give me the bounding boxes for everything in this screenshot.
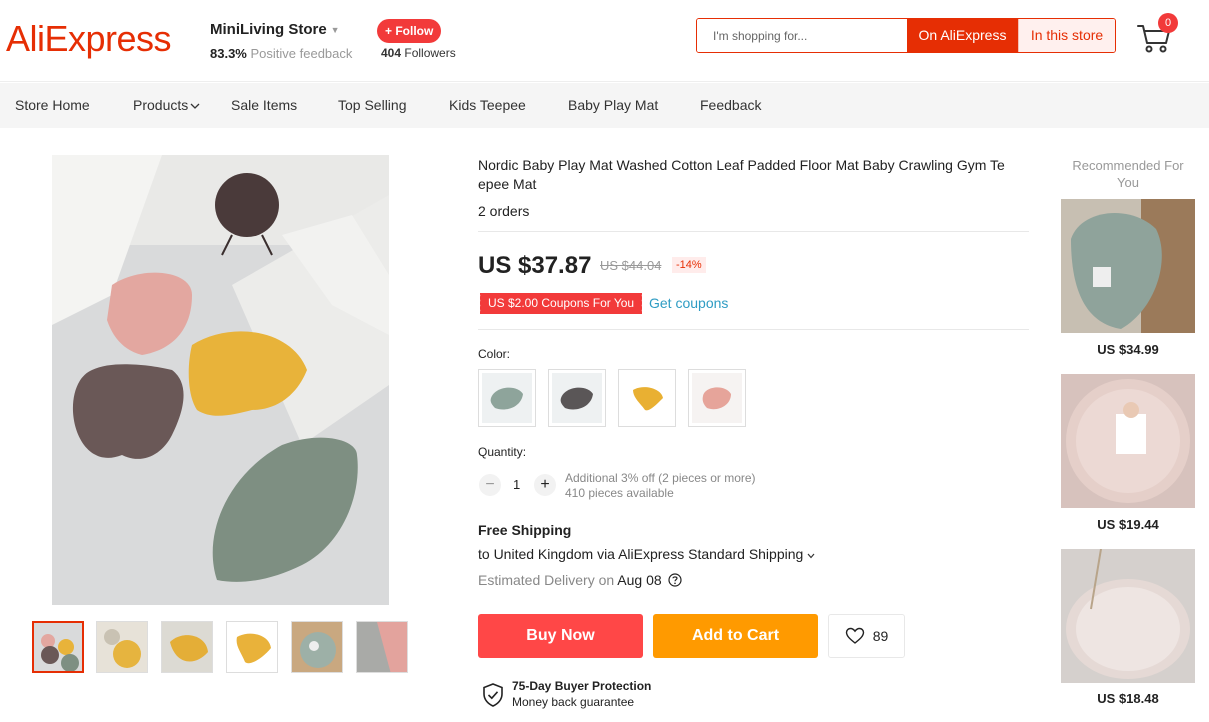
divider bbox=[478, 329, 1029, 330]
feedback-percent: 83.3% bbox=[210, 46, 247, 61]
search-aliexpress-button[interactable]: On AliExpress bbox=[907, 19, 1018, 52]
thumbnail-1[interactable] bbox=[32, 621, 84, 673]
product-photo bbox=[52, 155, 389, 605]
shield-check-icon bbox=[483, 683, 503, 707]
wishlist-count: 89 bbox=[872, 628, 889, 644]
nav-top-selling[interactable]: Top Selling bbox=[338, 97, 407, 113]
search-input[interactable] bbox=[697, 19, 907, 52]
cart-count-badge: 0 bbox=[1158, 13, 1178, 33]
current-price: US $37.87 bbox=[478, 252, 592, 279]
buyer-protection-title: 75-Day Buyer Protection bbox=[512, 679, 652, 693]
feedback-label: Positive feedback bbox=[250, 46, 353, 61]
color-swatch-grey[interactable] bbox=[548, 369, 606, 427]
search-store-button[interactable]: In this store bbox=[1018, 19, 1115, 52]
recommended-title: Recommended For You bbox=[1072, 158, 1184, 190]
discount-badge: -14% bbox=[672, 257, 706, 273]
divider bbox=[478, 231, 1029, 232]
buy-now-button[interactable]: Buy Now bbox=[478, 614, 643, 658]
product-title: Nordic Baby Play Mat Washed Cotton Leaf … bbox=[478, 157, 1005, 192]
buyer-protection-subtitle: Money back guarantee bbox=[512, 695, 635, 709]
thumbnail-3[interactable] bbox=[161, 621, 213, 673]
recommended-item-image[interactable] bbox=[1061, 549, 1195, 683]
quantity-label: Quantity: bbox=[478, 445, 527, 459]
followers-number: 404 bbox=[381, 46, 402, 60]
aliexpress-logo[interactable]: AliExpress bbox=[6, 18, 172, 60]
original-price: US $44.04 bbox=[600, 258, 662, 273]
nav-sale-items[interactable]: Sale Items bbox=[231, 97, 297, 113]
nav-store-home[interactable]: Store Home bbox=[15, 97, 90, 113]
wishlist-button[interactable]: 89 bbox=[828, 614, 905, 658]
store-feedback: 83.3% Positive feedback bbox=[210, 46, 352, 61]
estimated-delivery: Estimated Delivery on Aug 08 bbox=[478, 572, 682, 588]
quantity-decrease-button[interactable]: − bbox=[479, 474, 501, 496]
recommended-item-image[interactable] bbox=[1061, 374, 1195, 508]
nav-kids-teepee[interactable]: Kids Teepee bbox=[449, 97, 526, 113]
chevron-down-icon bbox=[190, 103, 200, 109]
color-label: Color: bbox=[478, 347, 511, 361]
leaf-swatch-pink bbox=[702, 387, 731, 410]
recommended-item-price: US $34.99 bbox=[1097, 342, 1159, 357]
shipping-title: Free Shipping bbox=[478, 522, 572, 538]
stock-available: 410 pieces available bbox=[565, 486, 674, 500]
quantity-increase-button[interactable]: + bbox=[534, 474, 556, 496]
coupon-badge: US $2.00 Coupons For You bbox=[477, 293, 643, 314]
color-swatch-sage[interactable] bbox=[478, 369, 536, 427]
recommended-item-price: US $18.48 bbox=[1097, 691, 1159, 706]
store-name[interactable]: MiniLiving Store ▼ bbox=[210, 21, 340, 38]
recommended-item-image[interactable] bbox=[1061, 199, 1195, 333]
search-bar: On AliExpress In this store bbox=[696, 18, 1116, 53]
leaf-swatch-yellow bbox=[633, 387, 663, 411]
follow-button[interactable]: + Follow bbox=[377, 19, 442, 43]
followers-label: Followers bbox=[404, 46, 456, 60]
heart-icon bbox=[845, 627, 864, 644]
quantity-value[interactable]: 1 bbox=[513, 477, 520, 492]
leaf-swatch-grey bbox=[560, 387, 593, 410]
nav-products[interactable]: Products bbox=[133, 97, 200, 113]
site-header: AliExpress MiniLiving Store ▼ 83.3% Posit… bbox=[0, 0, 1209, 82]
shipping-destination-text: to United Kingdom via AliExpress Standar… bbox=[478, 546, 804, 562]
get-coupons-link[interactable]: Get coupons bbox=[649, 295, 728, 311]
product-main-image[interactable] bbox=[52, 155, 389, 605]
quantity-note: Additional 3% off (2 pieces or more) 410… bbox=[565, 471, 756, 501]
bulk-discount-note: Additional 3% off (2 pieces or more) bbox=[565, 471, 756, 485]
thumbnail-4[interactable] bbox=[226, 621, 278, 673]
delivery-label: Estimated Delivery on bbox=[478, 572, 615, 588]
caret-down-icon[interactable]: ▼ bbox=[331, 25, 340, 35]
store-name-label: MiniLiving Store bbox=[210, 21, 327, 38]
add-to-cart-button[interactable]: Add to Cart bbox=[653, 614, 818, 658]
delivery-date: Aug 08 bbox=[617, 572, 662, 588]
orders-count: 2 orders bbox=[478, 203, 530, 219]
store-nav: Store Home Products Sale Items Top Selli… bbox=[0, 83, 1209, 128]
help-icon[interactable] bbox=[667, 573, 682, 587]
color-swatch-pink[interactable] bbox=[688, 369, 746, 427]
chevron-down-icon bbox=[807, 553, 815, 559]
nav-feedback[interactable]: Feedback bbox=[700, 97, 761, 113]
thumbnail-6[interactable] bbox=[356, 621, 408, 673]
followers-count: 404 Followers bbox=[381, 46, 456, 60]
color-swatch-yellow[interactable] bbox=[618, 369, 676, 427]
thumbnail-2[interactable] bbox=[96, 621, 148, 673]
recommended-item-price: US $19.44 bbox=[1097, 517, 1159, 532]
leaf-swatch-green bbox=[490, 387, 523, 410]
thumbnail-5[interactable] bbox=[291, 621, 343, 673]
shipping-destination[interactable]: to United Kingdom via AliExpress Standar… bbox=[478, 546, 815, 562]
nav-baby-play-mat[interactable]: Baby Play Mat bbox=[568, 97, 658, 113]
nav-products-label: Products bbox=[133, 97, 189, 113]
